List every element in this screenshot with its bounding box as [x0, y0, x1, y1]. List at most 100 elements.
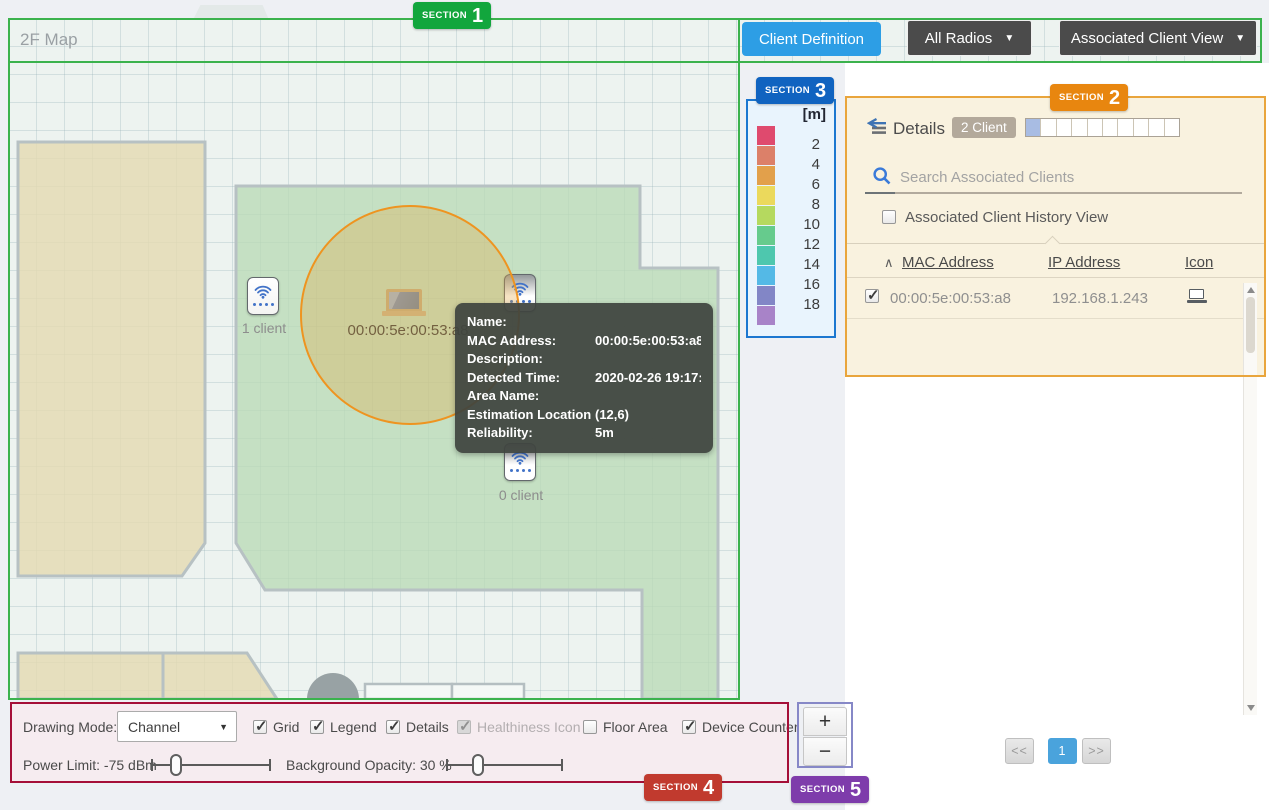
details-label: Details: [406, 719, 449, 735]
legend-tick: 18: [803, 296, 820, 313]
meter-cell: [1134, 119, 1150, 136]
column-header-icon[interactable]: Icon: [1185, 254, 1213, 271]
search-icon: [873, 167, 891, 185]
section-2-badge: SECTION 2: [1050, 84, 1129, 111]
pagination-next-button[interactable]: >>: [1082, 738, 1111, 764]
meter-cell: [1057, 119, 1073, 136]
drawing-mode-select[interactable]: Channel ▼: [117, 711, 237, 742]
row-mac-value: 00:00:5e:00:53:a8: [890, 290, 1011, 307]
legend-swatch: [757, 306, 775, 325]
legend-swatch: [757, 226, 775, 245]
tooltip-value: (12,6): [595, 406, 629, 422]
zoom-out-button[interactable]: −: [803, 737, 847, 766]
column-header-ip[interactable]: IP Address: [1048, 254, 1120, 271]
pagination-page-1-button[interactable]: 1: [1048, 738, 1077, 764]
legend-swatch: [757, 206, 775, 225]
associated-client-view-dropdown[interactable]: Associated Client View ▼: [1059, 20, 1257, 56]
meter-cell: [1103, 119, 1119, 136]
client-definition-button[interactable]: Client Definition: [742, 22, 881, 56]
background-opacity-label: Background Opacity: 30 %: [286, 757, 452, 773]
zoom-in-button[interactable]: +: [803, 707, 847, 736]
section-5-badge: SECTION 5: [791, 776, 870, 803]
floor-map-canvas[interactable]: 2F Map 1 client 00:00:5e:00:53:a8 0 clie…: [8, 18, 740, 700]
access-point-icon[interactable]: [247, 277, 279, 315]
legend-swatch: [757, 266, 775, 285]
client-capacity-meter: [1025, 118, 1180, 137]
tooltip-value: [595, 313, 701, 332]
floor-area-checkbox[interactable]: [583, 720, 597, 734]
sort-asc-icon[interactable]: ∧: [884, 255, 894, 271]
chevron-down-icon: ▼: [1004, 32, 1015, 44]
legend-tick: 2: [811, 136, 820, 153]
back-arrow-icon[interactable]: [867, 118, 888, 135]
grid-label: Grid: [273, 719, 300, 735]
chevron-down-icon: ▼: [219, 721, 228, 732]
table-header-divider: [845, 277, 1266, 278]
dome-shape: [307, 673, 359, 699]
chevron-down-icon: ▼: [1235, 32, 1246, 44]
ap-client-count-label: 0 client: [498, 487, 544, 503]
row-ip-value: 192.168.1.243: [1052, 290, 1148, 307]
tooltip-label: Detected Time:: [467, 369, 560, 385]
tooltip-value: 00:00:5e:00:53:a8: [595, 332, 701, 348]
map-title: 2F Map: [20, 30, 78, 49]
grid-checkbox[interactable]: [253, 717, 268, 735]
all-radios-dropdown[interactable]: All Radios ▼: [907, 20, 1032, 56]
associated-clients-panel: Details 2 Client Search Associated Clien…: [845, 63, 1269, 810]
panel-scrollbar[interactable]: [1243, 283, 1257, 715]
search-input[interactable]: Search Associated Clients: [900, 169, 1074, 186]
tooltip-label: Area Name:: [467, 388, 540, 404]
pagination-prev-button[interactable]: <<: [1005, 738, 1034, 764]
tooltip-value: [595, 350, 701, 369]
history-view-label: Associated Client History View: [905, 209, 1109, 226]
meter-cell: [1072, 119, 1088, 136]
power-limit-slider-thumb[interactable]: [170, 754, 182, 776]
tooltip-label: Reliability:: [467, 425, 533, 441]
client-definition-label: Client Definition: [758, 30, 865, 48]
details-checkbox[interactable]: [386, 717, 401, 735]
scroll-down-arrow-icon[interactable]: [1247, 705, 1255, 711]
meter-cell: [1088, 119, 1104, 136]
legend-unit-label: [m]: [802, 106, 826, 123]
drawing-mode-value: Channel: [128, 718, 181, 735]
legend-label: Legend: [330, 719, 377, 735]
search-underline: [865, 192, 1242, 194]
ap-client-count-label: 1 client: [241, 320, 287, 336]
distance-legend: [m] 2 4 6 8 10 12 14 16 18: [746, 99, 836, 338]
row-select-checkbox[interactable]: [865, 286, 880, 304]
background-opacity-slider[interactable]: [446, 754, 563, 776]
ap-led-dots: [252, 303, 274, 306]
column-header-mac[interactable]: MAC Address: [902, 254, 994, 271]
laptop-icon: [1187, 289, 1207, 304]
power-limit-slider[interactable]: [151, 754, 271, 776]
legend-tick: 14: [803, 256, 820, 273]
meter-cell: [1118, 119, 1134, 136]
legend-swatch: [757, 146, 775, 165]
wifi-icon: [254, 285, 272, 299]
device-counter-checkbox[interactable]: [682, 717, 697, 735]
section-4-badge: SECTION 4: [644, 774, 723, 801]
section-1-badge: SECTION 1: [413, 2, 492, 29]
history-view-checkbox[interactable]: [882, 210, 896, 224]
power-limit-label: Power Limit: -75 dBm: [23, 757, 157, 773]
legend-swatch: [757, 166, 775, 185]
scrollbar-thumb[interactable]: [1246, 297, 1255, 353]
legend-checkbox[interactable]: [310, 717, 325, 735]
drawing-toolbar: Drawing Mode: Channel ▼ Grid Legend Deta…: [10, 702, 799, 783]
client-detail-tooltip: Name: MAC Address: 00:00:5e:00:53:a8 Desc…: [455, 303, 713, 453]
associated-client-view-label: Associated Client View: [1070, 29, 1224, 47]
healthiness-icon-checkbox: [457, 717, 472, 735]
healthiness-icon-label: Healthiness Icon: [477, 719, 581, 735]
drawing-mode-label: Drawing Mode:: [23, 719, 118, 735]
legend-tick: 10: [803, 216, 820, 233]
floor-area-label: Floor Area: [603, 719, 668, 735]
legend-swatch: [757, 286, 775, 305]
client-count-badge: 2 Client: [952, 117, 1016, 138]
background-opacity-slider-thumb[interactable]: [472, 754, 484, 776]
device-counter-label: Device Counter: [702, 719, 799, 735]
tooltip-label: Description:: [467, 351, 543, 367]
legend-swatch: [757, 126, 775, 145]
scroll-up-arrow-icon[interactable]: [1247, 287, 1255, 293]
tooltip-label: Name:: [467, 314, 507, 329]
panel-title: Details: [893, 119, 945, 138]
